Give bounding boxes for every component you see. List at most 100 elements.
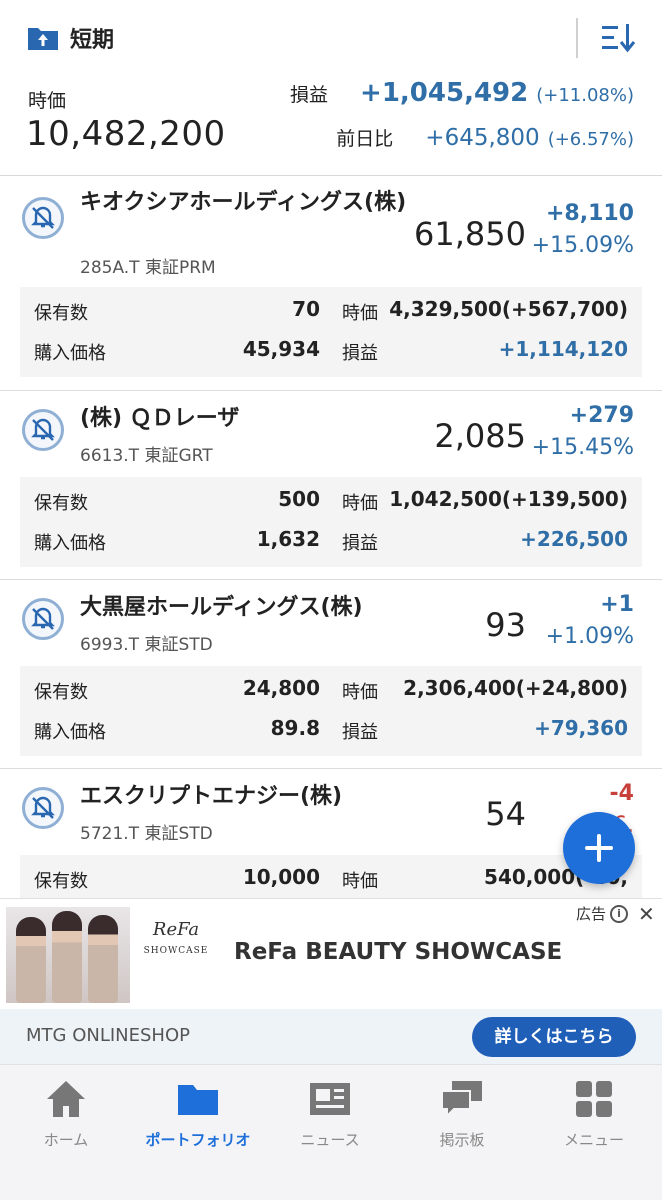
ad-label: 広告 i ✕ [576, 903, 655, 924]
stock-item[interactable]: 大黒屋ホールディングス(株) 6993.T 東証STD 93 +1 +1.09%… [0, 580, 662, 769]
ad-footer: MTG ONLINESHOP 詳しくはこちら [0, 1009, 662, 1065]
tab-label: メニュー [563, 1131, 624, 1149]
price-change: +8,110 [545, 201, 634, 226]
holdings-value: 500 [278, 487, 320, 511]
tab-label: ニュース [300, 1131, 360, 1149]
tab-news[interactable]: ニュース [264, 1077, 396, 1150]
pl-label: 損益 [290, 84, 329, 106]
ad-image [6, 907, 130, 1003]
alert-off-bell-icon[interactable] [22, 409, 64, 451]
profit-loss-row: 損益 +1,045,492 (+11.08%) [290, 78, 634, 108]
top-bar: 短期 [0, 0, 662, 76]
ad-shop-name: MTG ONLINESHOP [26, 1025, 190, 1046]
day-change-row: 前日比 +645,800 (+6.57%) [336, 124, 634, 151]
tab-menu[interactable]: メニュー [528, 1077, 660, 1150]
stock-price: 54 [485, 795, 526, 833]
stock-name: キオクシアホールディングス(株) [80, 190, 407, 215]
folder-icon [176, 1077, 220, 1121]
alert-off-bell-icon[interactable] [22, 598, 64, 640]
ad-cta-button[interactable]: 詳しくはこちら [472, 1017, 636, 1057]
ad-logo-sub: SHOWCASE [143, 946, 209, 956]
market-value-label: 時価 [342, 493, 378, 514]
sort-icon [602, 24, 636, 53]
holdings-value: 70 [292, 297, 320, 321]
purchase-price: 1,632 [256, 527, 320, 551]
holding-details: 保有数 10,000 時価 540,000(-40, [20, 855, 642, 898]
holding-details: 保有数 70 時価 4,329,500(+567,700) 購入価格 45,93… [20, 287, 642, 377]
bottom-tab-bar: ホーム ポートフォリオ ニュース 掲示板 メニュー [0, 1064, 662, 1200]
total-value: 10,482,200 [26, 114, 226, 154]
stock-name: 大黒屋ホールディングス(株) [80, 595, 363, 620]
holdings-label: 保有数 [34, 303, 88, 324]
home-icon [44, 1077, 88, 1121]
stock-name: エスクリプトエナジー(株) [80, 784, 343, 809]
folder-up-icon [26, 24, 60, 52]
holdings-label: 保有数 [34, 493, 88, 514]
profit-loss-label: 損益 [342, 722, 378, 743]
price-change-pct: +15.45% [531, 435, 634, 460]
summary-label: 時価 [28, 90, 67, 112]
market-value-label: 時価 [342, 682, 378, 703]
holding-details: 保有数 500 時価 1,042,500(+139,500) 購入価格 1,63… [20, 477, 642, 567]
divider [576, 18, 578, 58]
sort-button[interactable] [598, 22, 638, 54]
price-change-pct: +15.09% [531, 233, 634, 258]
market-value: 4,329,500(+567,700) [389, 297, 628, 321]
tab-portfolio[interactable]: ポートフォリオ [132, 1077, 264, 1150]
portfolio-selector[interactable]: 短期 [26, 22, 114, 54]
stock-code: 285A.T 東証PRM [80, 258, 216, 278]
stock-code: 6613.T 東証GRT [80, 446, 213, 466]
tab-home[interactable]: ホーム [0, 1077, 132, 1150]
day-pct: (+6.57%) [547, 129, 634, 150]
ad-headline: ReFa BEAUTY SHOWCASE [234, 939, 563, 965]
holdings-label: 保有数 [34, 871, 88, 892]
profit-loss-value: +79,360 [534, 716, 628, 740]
profit-loss-value: +226,500 [520, 527, 628, 551]
ad-banner[interactable]: ReFa SHOWCASE ReFa BEAUTY SHOWCASE 広告 i … [0, 898, 662, 1065]
alert-off-bell-icon[interactable] [22, 197, 64, 239]
ad-info-icon[interactable]: i [610, 904, 629, 923]
holding-details: 保有数 24,800 時価 2,306,400(+24,800) 購入価格 89… [20, 666, 642, 756]
purchase-price: 89.8 [270, 716, 320, 740]
price-change: +1 [600, 592, 634, 617]
tab-board[interactable]: 掲示板 [396, 1077, 528, 1150]
portfolio-summary: 時価 10,482,200 損益 +1,045,492 (+11.08%) 前日… [0, 76, 662, 176]
tab-label: ポートフォリオ [145, 1131, 251, 1149]
stock-name: (株) ＱＤレーザ [80, 406, 240, 431]
tab-label: 掲示板 [439, 1131, 485, 1149]
price-change-pct: +1.09% [545, 624, 634, 649]
purchase-price-label: 購入価格 [34, 343, 106, 364]
stock-item[interactable]: (株) ＱＤレーザ 6613.T 東証GRT 2,085 +279 +15.45… [0, 391, 662, 580]
stock-price: 61,850 [414, 215, 526, 253]
stock-code: 6993.T 東証STD [80, 635, 213, 655]
tab-label: ホーム [43, 1131, 89, 1149]
holdings-label: 保有数 [34, 682, 88, 703]
holdings-value: 10,000 [242, 865, 320, 889]
market-value: 1,042,500(+139,500) [389, 487, 628, 511]
holdings-value: 24,800 [242, 676, 320, 700]
ad-logo: ReFa SHOWCASE [136, 919, 216, 999]
stock-price: 93 [485, 606, 526, 644]
stock-price: 2,085 [434, 417, 526, 455]
pl-pct: (+11.08%) [536, 85, 634, 106]
market-value-label: 時価 [342, 303, 378, 324]
profit-loss-label: 損益 [342, 533, 378, 554]
ad-logo-text: ReFa [152, 919, 200, 940]
chat-icon [440, 1077, 484, 1121]
purchase-price-label: 購入価格 [34, 722, 106, 743]
stock-item[interactable]: エスクリプトエナジー(株) 5721.T 東証STD 54 -4 -6. 保有数… [0, 769, 662, 898]
add-stock-button[interactable] [563, 812, 635, 884]
alert-off-bell-icon[interactable] [22, 787, 64, 829]
profit-loss-label: 損益 [342, 343, 378, 364]
price-change: +279 [569, 403, 634, 428]
stock-item[interactable]: キオクシアホールディングス(株) 285A.T 東証PRM 61,850 +8,… [0, 177, 662, 391]
newspaper-icon [308, 1077, 352, 1121]
pl-value: +1,045,492 [360, 78, 529, 108]
profit-loss-value: +1,114,120 [498, 337, 628, 361]
portfolio-name: 短期 [70, 28, 115, 53]
market-value: 2,306,400(+24,800) [403, 676, 628, 700]
market-value-label: 時価 [342, 871, 378, 892]
day-label: 前日比 [336, 128, 394, 150]
ad-close-icon[interactable]: ✕ [638, 904, 655, 924]
purchase-price-label: 購入価格 [34, 533, 106, 554]
